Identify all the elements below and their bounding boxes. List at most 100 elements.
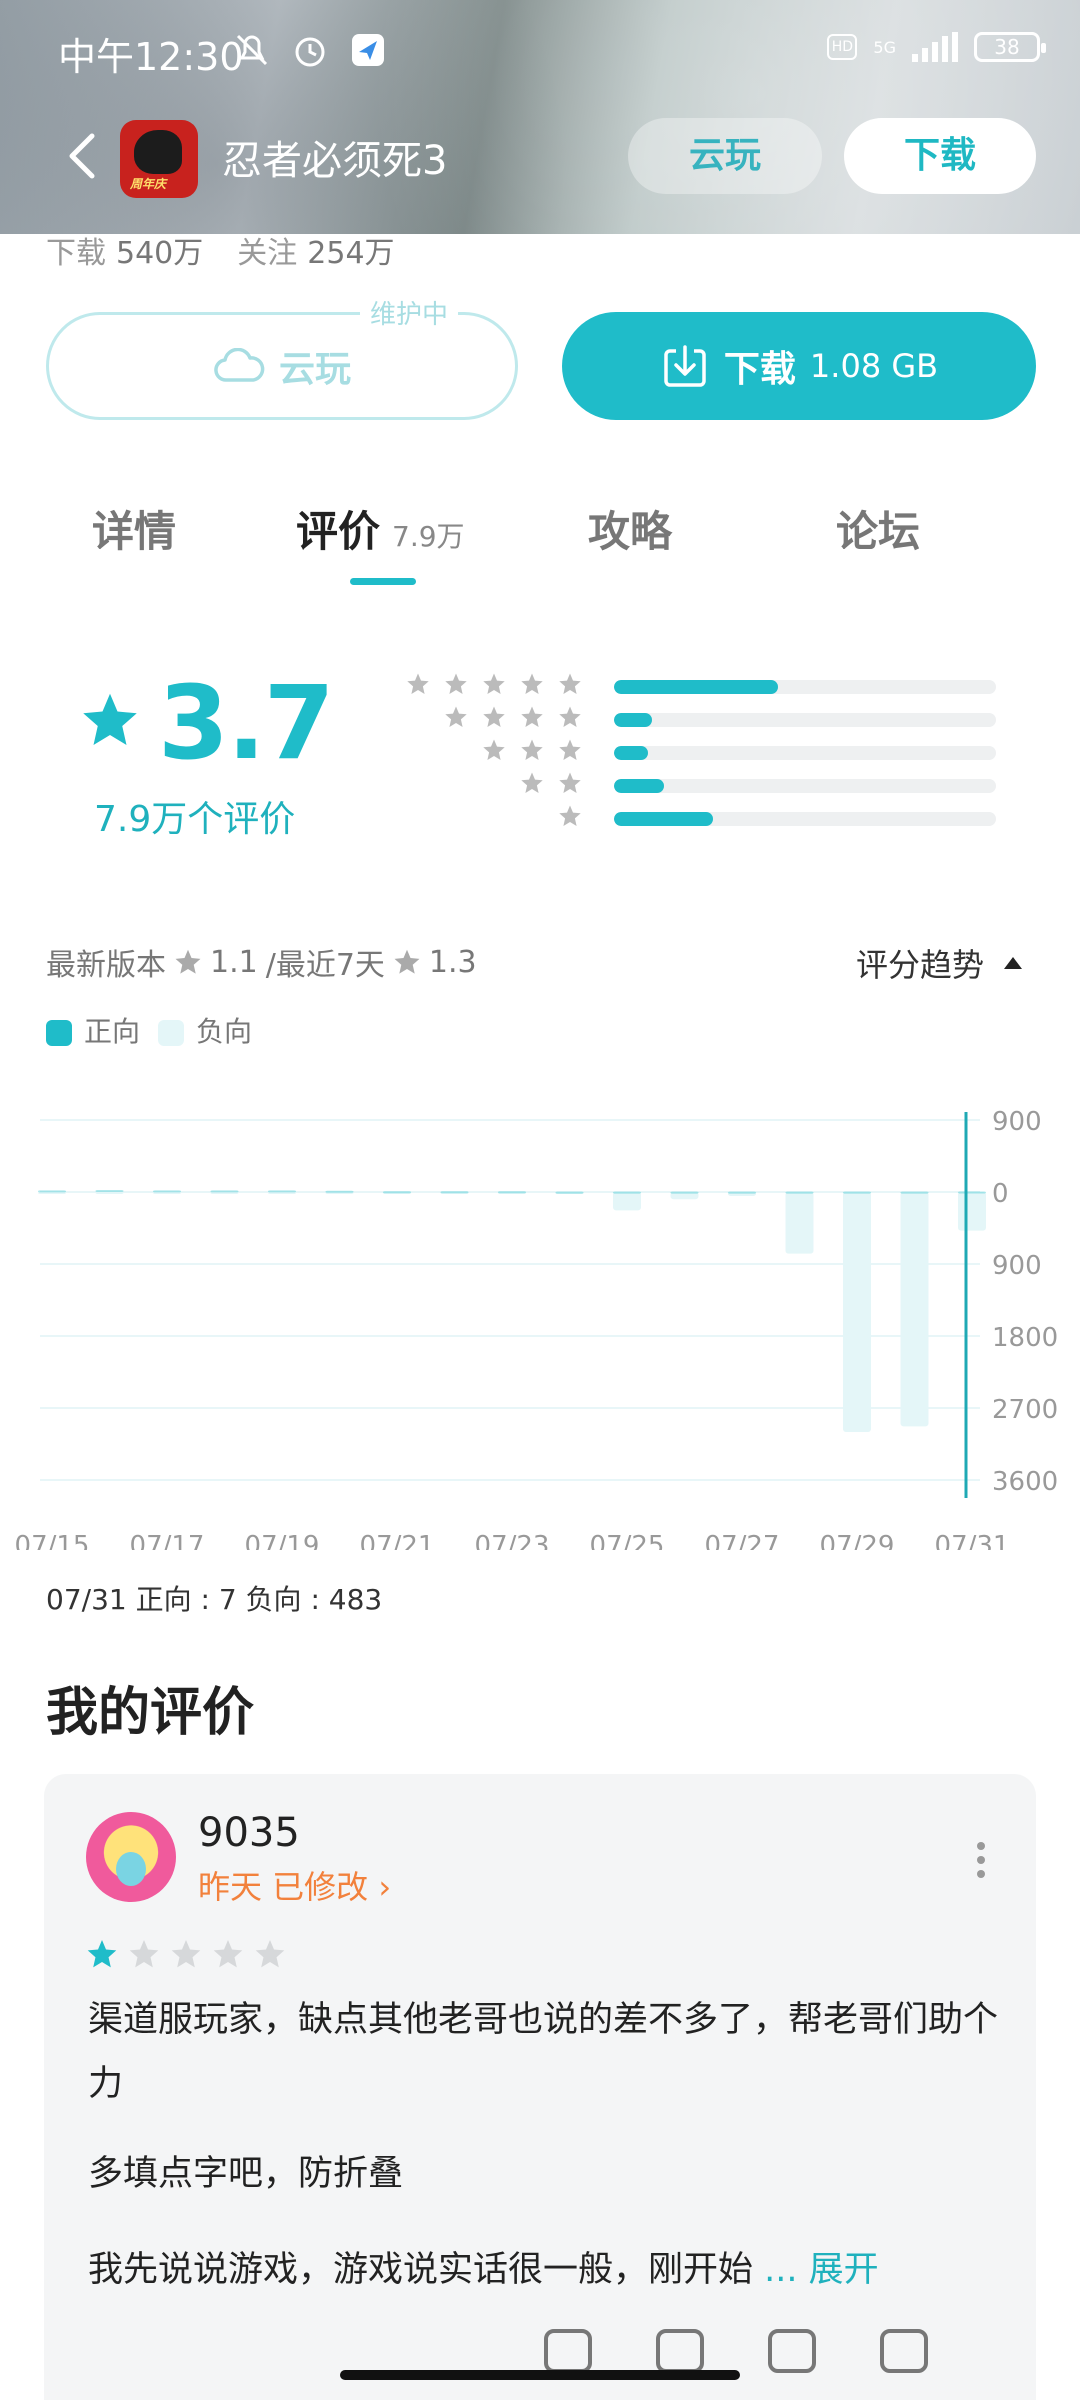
cloud-play-label: 云玩 xyxy=(278,349,351,390)
star-icon xyxy=(129,1940,159,1968)
legend-positive-swatch xyxy=(46,1020,72,1046)
maintenance-badge: 维护中 xyxy=(360,294,459,331)
alarm-icon xyxy=(295,37,325,67)
tab-reviews-count: 7.9万 xyxy=(392,520,465,553)
chart-y-tick-label: 2700 xyxy=(992,1395,1058,1425)
star-icon xyxy=(521,706,543,727)
chart-bar-positive xyxy=(785,1191,814,1194)
distribution-stars xyxy=(406,672,582,696)
legend-negative-swatch xyxy=(158,1020,185,1046)
star-icon xyxy=(559,673,581,694)
signal-icon xyxy=(912,32,958,62)
app-icon xyxy=(120,120,198,198)
chart-legend: 正向 负向 xyxy=(46,1010,252,1050)
chart-bar-positive xyxy=(555,1191,584,1194)
chart-bar-negative xyxy=(900,1192,929,1427)
star-icon xyxy=(559,706,581,727)
chart-y-tick-label: 900 xyxy=(992,1107,1042,1137)
star-icon xyxy=(445,706,467,727)
chart-bar-negative xyxy=(613,1192,641,1211)
distribution-fill xyxy=(614,812,714,826)
battery-icon: 38 xyxy=(974,32,1046,62)
avatar[interactable] xyxy=(86,1812,176,1902)
chart-bar-positive xyxy=(383,1191,411,1194)
active-tab-indicator xyxy=(350,578,416,585)
chart-x-tick-label: 07/31 xyxy=(935,1531,1010,1550)
chart-y-tick-label: 3600 xyxy=(992,1467,1058,1497)
star-icon xyxy=(483,706,505,727)
chart-bar-positive xyxy=(728,1191,756,1194)
tab-details[interactable]: 详情 xyxy=(92,498,176,559)
like-icon[interactable] xyxy=(768,2329,816,2373)
distribution-row-1-star xyxy=(418,804,998,836)
review-username[interactable]: 9035 xyxy=(198,1810,300,1856)
downloads-stat: 下载 540万 xyxy=(46,236,204,271)
expand-link[interactable]: ... 展开 xyxy=(764,2250,879,2290)
app-header: 中午12:30 HD 5G 38 忍者必须死3 云玩 下载 xyxy=(0,0,1080,234)
followers-stat: 关注 254万 xyxy=(237,236,395,271)
chart-x-tick-label: 07/21 xyxy=(360,1531,435,1550)
chart-bar-positive xyxy=(268,1190,296,1193)
chart-bar-positive xyxy=(95,1190,124,1192)
review-paragraph: 我先说说游戏，游戏说实话很一般，刚开始 ... 展开 xyxy=(88,2250,879,2290)
cloud-play-button-top[interactable]: 云玩 xyxy=(628,118,822,194)
distribution-row-2-star xyxy=(418,771,998,803)
download-button-top[interactable]: 下载 xyxy=(844,118,1036,194)
review-star-rating xyxy=(86,1938,286,1970)
distribution-bar xyxy=(614,746,996,760)
my-review-title: 我的评价 xyxy=(46,1683,255,1743)
my-review-card[interactable]: 9035 昨天 已修改 › 渠道服玩家，缺点其他老哥也说的差不多了，帮老哥们助个… xyxy=(44,1774,1036,2400)
chart-x-tick-label: 07/29 xyxy=(820,1531,895,1550)
review-actions xyxy=(544,2329,928,2373)
chart-x-tick-label: 07/15 xyxy=(15,1531,90,1550)
review-edited-meta[interactable]: 昨天 已修改 › xyxy=(198,1862,391,1908)
chart-bar-positive xyxy=(210,1190,239,1193)
download-label: 下载 xyxy=(723,349,796,390)
rating-trend-toggle[interactable]: 评分趋势 xyxy=(856,940,1022,986)
status-system-icons: HD 5G 38 xyxy=(827,32,1046,62)
chart-bar-positive xyxy=(958,1191,986,1194)
review-paragraph: 多填点字吧，防折叠 xyxy=(88,2154,404,2194)
hd-icon: HD xyxy=(827,34,858,60)
legend-positive: 正向 xyxy=(46,1010,140,1050)
chart-x-tick-label: 07/19 xyxy=(245,1531,320,1550)
tab-reviews[interactable]: 评价 7.9万 xyxy=(296,498,465,559)
chart-y-tick-label: 1800 xyxy=(992,1323,1058,1353)
star-icon xyxy=(559,772,581,793)
chart-bar-positive xyxy=(613,1191,641,1194)
tab-reviews-label: 评价 xyxy=(296,507,381,556)
recent-7-days-score: 1.3 xyxy=(428,944,477,980)
download-button[interactable]: 下载 1.08 GB xyxy=(562,312,1036,420)
rating-score: 3.7 xyxy=(158,664,335,783)
tab-forum[interactable]: 论坛 xyxy=(836,498,920,559)
tab-bar: 详情 评价 7.9万 攻略 论坛 xyxy=(0,498,1080,588)
status-notification-icons xyxy=(232,30,388,70)
share-icon[interactable] xyxy=(544,2329,592,2373)
star-icon xyxy=(445,673,467,694)
bookmark-icon[interactable] xyxy=(880,2329,928,2373)
rating-trend-chart[interactable]: 900 0 900 1800 2700 3600 07/15 07/17 07/19 07/21 0… xyxy=(0,1090,1080,1550)
network-type: 5G xyxy=(873,37,896,57)
chart-y-tick-label: 0 xyxy=(992,1179,1009,1209)
distribution-row-4-star xyxy=(418,705,998,737)
app-notification-icon xyxy=(352,34,384,66)
chart-bar-negative xyxy=(95,1192,124,1194)
tab-guides[interactable]: 攻略 xyxy=(588,498,672,559)
app-stats: 下载 540万 关注 254万 xyxy=(46,228,395,272)
chart-bar-negative xyxy=(785,1192,814,1254)
star-icon xyxy=(175,949,201,974)
distribution-fill xyxy=(614,779,664,793)
more-options-icon[interactable] xyxy=(976,1840,986,1880)
recent-7-days-label: /最近7天 xyxy=(265,948,385,983)
comment-icon[interactable] xyxy=(656,2329,704,2373)
distribution-fill xyxy=(614,680,779,694)
star-icon xyxy=(255,1940,285,1968)
distribution-bar xyxy=(614,812,996,826)
distribution-row-5-star xyxy=(407,672,998,704)
star-icon xyxy=(394,949,420,974)
back-arrow-icon[interactable] xyxy=(62,132,102,180)
distribution-stars xyxy=(520,771,582,795)
home-indicator[interactable] xyxy=(340,2370,740,2380)
chart-bar-positive xyxy=(843,1191,871,1194)
nav-bar: 忍者必须死3 云玩 下载 xyxy=(0,110,1080,202)
